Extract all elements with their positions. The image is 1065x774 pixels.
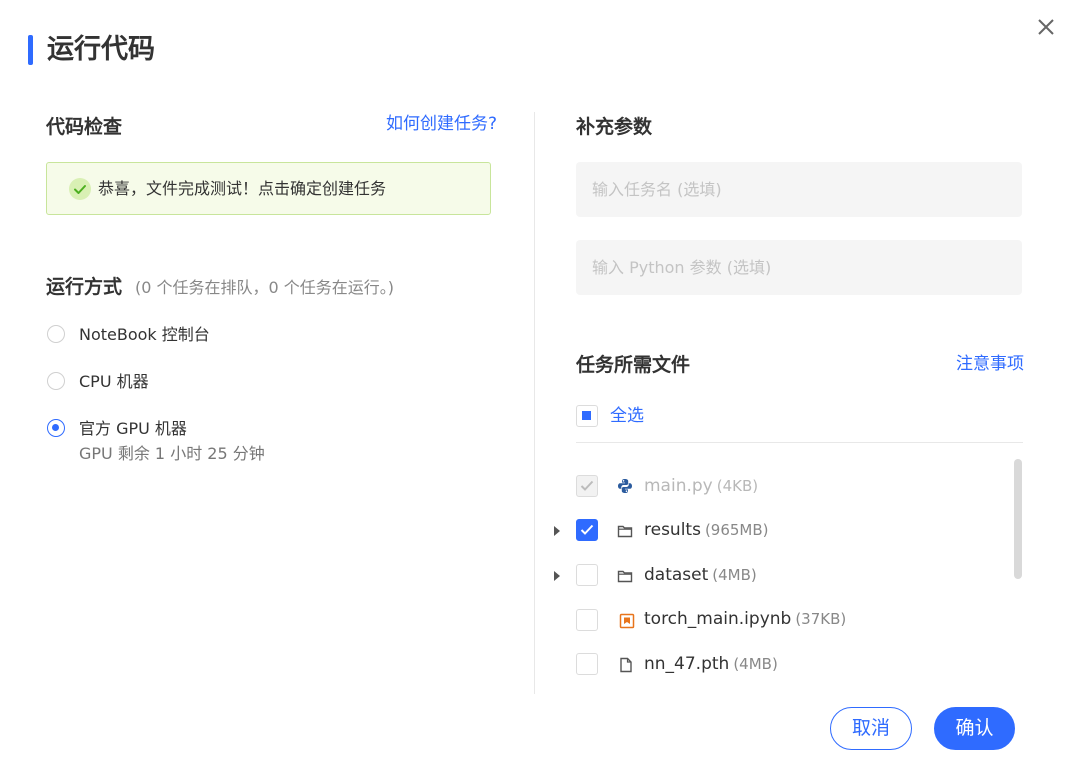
file-row-results[interactable]: results (965MB): [644, 518, 769, 542]
file-name: results: [644, 520, 701, 540]
radio-gpu-machine[interactable]: [47, 419, 65, 437]
file-name: torch_main.ipynb: [644, 609, 792, 629]
task-files-heading: 任务所需文件: [576, 354, 691, 376]
confirm-button[interactable]: 确认: [934, 707, 1015, 750]
file-checkbox-main-py[interactable]: [576, 475, 598, 497]
title-accent-bar: [28, 35, 33, 65]
file-icon: [618, 657, 634, 677]
how-to-create-task-link[interactable]: 如何创建任务?: [386, 112, 497, 136]
file-name: dataset: [644, 565, 709, 585]
file-checkbox-nn-47-pth[interactable]: [576, 653, 598, 675]
notebook-icon: [619, 613, 635, 633]
radio-label-notebook-console[interactable]: NoteBook 控制台: [79, 324, 210, 346]
cancel-button[interactable]: 取消: [830, 707, 912, 750]
task-name-input[interactable]: [576, 162, 1022, 217]
file-row-nn-47-pth[interactable]: nn_47.pth (4MB): [644, 652, 778, 676]
run-mode-heading: 运行方式: [46, 276, 123, 298]
radio-notebook-console[interactable]: [47, 325, 65, 343]
files-divider: [576, 442, 1023, 443]
file-size: (37KB): [795, 610, 847, 628]
queue-status-note: (0 个任务在排队，0 个任务在运行。): [135, 278, 395, 297]
file-checkbox-results[interactable]: [576, 519, 598, 541]
expand-caret-icon[interactable]: [554, 571, 560, 581]
file-size: (4MB): [733, 655, 778, 673]
dialog-title: 运行代码: [47, 34, 155, 65]
code-check-heading: 代码检查: [46, 116, 123, 138]
close-icon[interactable]: [1033, 14, 1059, 40]
check-circle-icon: [69, 178, 91, 200]
file-size: (965MB): [704, 521, 769, 539]
file-size: (4MB): [712, 566, 757, 584]
file-row-dataset[interactable]: dataset (4MB): [644, 563, 757, 587]
select-all-label[interactable]: 全选: [610, 404, 644, 428]
notes-link[interactable]: 注意事项: [956, 352, 1024, 376]
file-name: nn_47.pth: [644, 654, 730, 674]
radio-label-gpu-machine[interactable]: 官方 GPU 机器: [79, 418, 187, 440]
file-checkbox-dataset[interactable]: [576, 564, 598, 586]
file-list-scrollbar[interactable]: [1014, 459, 1022, 579]
extra-params-heading: 补充参数: [576, 116, 653, 138]
file-row-main-py: main.py (4KB): [644, 474, 758, 498]
file-row-torch-main-ipynb[interactable]: torch_main.ipynb (37KB): [644, 607, 846, 631]
file-checkbox-torch-main-ipynb[interactable]: [576, 609, 598, 631]
select-all-checkbox[interactable]: [576, 405, 598, 427]
column-divider: [534, 112, 535, 694]
python-icon: [617, 478, 633, 498]
expand-caret-icon[interactable]: [554, 526, 560, 536]
python-params-input[interactable]: [576, 240, 1022, 295]
gpu-remaining-time: GPU 剩余 1 小时 25 分钟: [79, 444, 265, 463]
success-alert: 恭喜，文件完成测试！点击确定创建任务: [46, 162, 491, 215]
file-size: (4KB): [716, 477, 759, 495]
file-name: main.py: [644, 476, 713, 496]
success-message: 恭喜，文件完成测试！点击确定创建任务: [98, 179, 387, 198]
radio-cpu-machine[interactable]: [47, 372, 65, 390]
folder-icon: [617, 568, 633, 588]
radio-label-cpu-machine[interactable]: CPU 机器: [79, 371, 149, 393]
folder-icon: [617, 523, 633, 543]
